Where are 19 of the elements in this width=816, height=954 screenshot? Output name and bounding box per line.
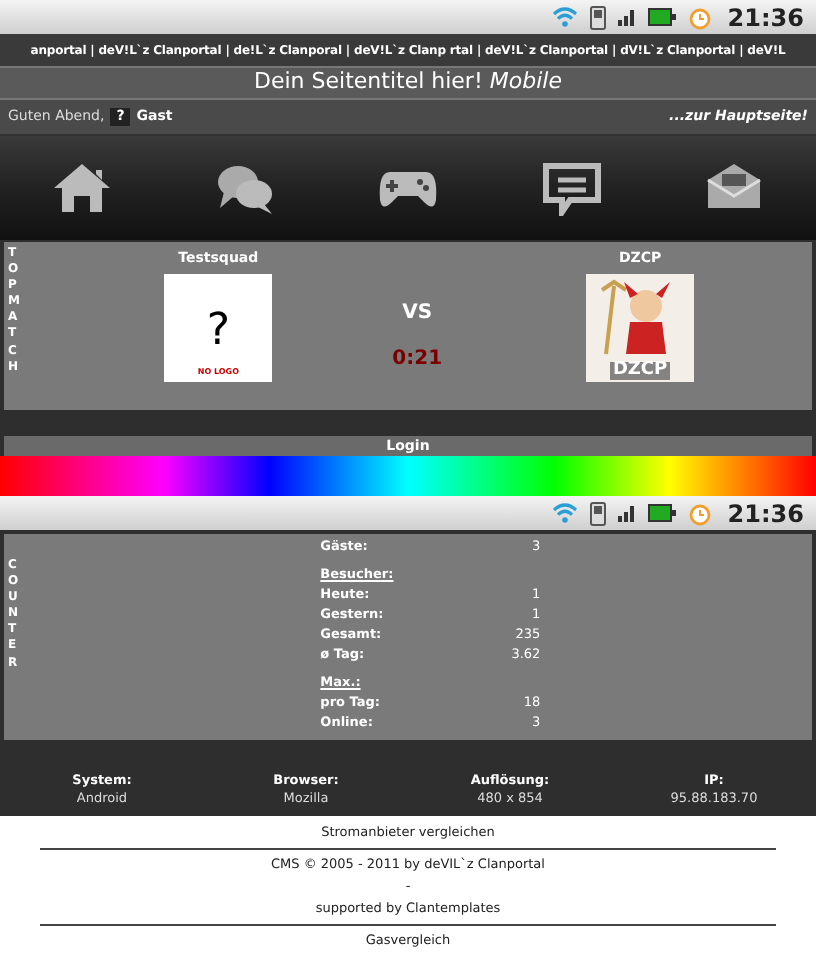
battery-icon	[647, 504, 676, 522]
alarm-clock-icon	[687, 5, 712, 29]
signal-icon	[617, 504, 636, 522]
speech-bubble-icon[interactable]	[539, 158, 604, 218]
versus-text: VS	[402, 300, 433, 328]
wifi-icon	[551, 502, 578, 524]
clock-time: 21:36	[727, 497, 804, 531]
logo-caption: DZCP	[610, 361, 670, 379]
signal-icon	[617, 8, 636, 26]
phone-icon	[589, 5, 606, 29]
wifi-icon	[551, 6, 578, 28]
alarm-clock-icon	[687, 501, 712, 525]
page-title: Dein Seitentitel hier! Mobile	[254, 66, 562, 99]
clock-time: 21:36	[727, 1, 804, 35]
match-score: 0:21	[392, 346, 443, 374]
home-icon[interactable]	[49, 158, 114, 218]
phone-icon	[589, 501, 606, 525]
battery-icon	[647, 8, 676, 26]
logo-question-mark: ?	[206, 309, 231, 353]
